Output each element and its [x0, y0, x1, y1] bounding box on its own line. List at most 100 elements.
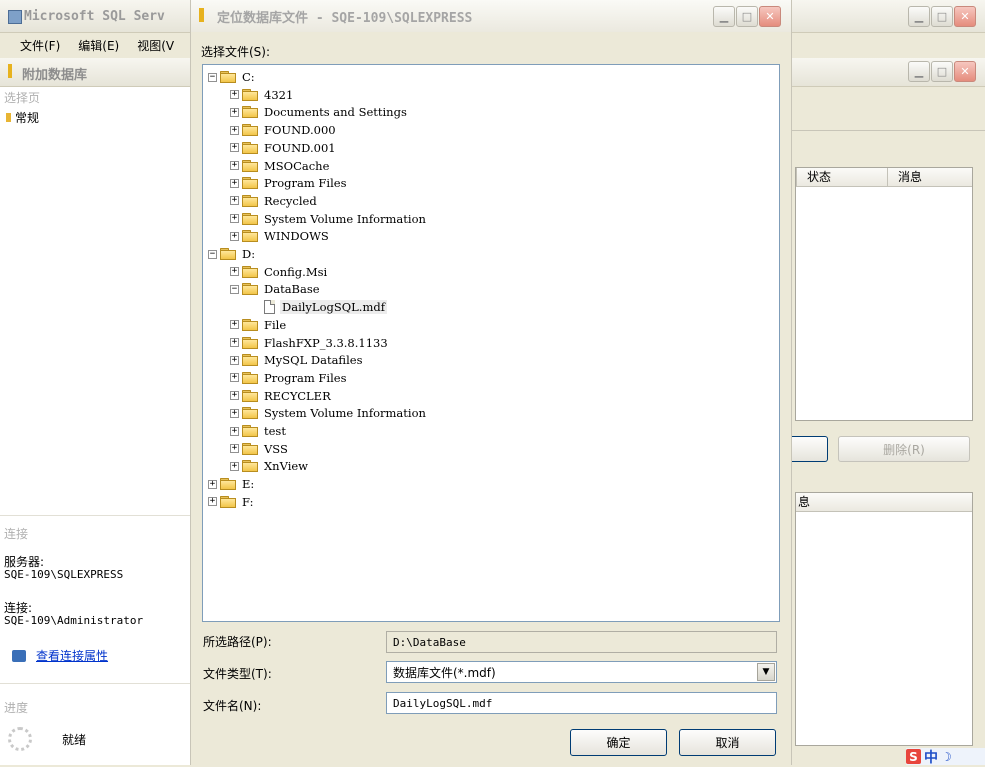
tree-node-label: WINDOWS — [264, 229, 329, 244]
view-props-row[interactable]: 查看连接属性 — [12, 647, 108, 664]
ime-mode[interactable]: 中 — [924, 747, 938, 767]
remove-button[interactable]: 删除(R) — [838, 436, 970, 462]
tree-folder-node[interactable]: − C: — [208, 68, 257, 86]
col-status[interactable]: 状态 — [796, 168, 887, 186]
tree-folder-node[interactable]: + FlashFXP_3.3.8.1133 — [230, 334, 390, 352]
ok-button[interactable]: 确定 — [570, 729, 667, 756]
menu-file[interactable]: 文件(F) — [20, 37, 60, 54]
tree-folder-node[interactable]: + Recycled — [230, 192, 319, 210]
collapse-icon[interactable]: − — [208, 72, 217, 82]
view-props-link[interactable]: 查看连接属性 — [36, 647, 108, 664]
tree-folder-node[interactable]: + RECYCLER — [230, 387, 333, 405]
expand-icon[interactable]: + — [230, 444, 239, 454]
details-col-message[interactable]: 息 — [796, 495, 810, 509]
expand-icon[interactable]: + — [230, 391, 239, 401]
add-button[interactable] — [790, 436, 828, 462]
tree-folder-node[interactable]: − DataBase — [230, 280, 322, 298]
expand-icon[interactable]: + — [230, 320, 239, 330]
expand-icon[interactable]: + — [230, 338, 239, 347]
expand-icon[interactable]: + — [230, 408, 239, 418]
folder-icon — [242, 177, 258, 190]
tree-folder-node[interactable]: +4321 — [230, 86, 295, 104]
expand-icon[interactable]: + — [230, 196, 239, 206]
tree-folder-node[interactable]: + Config.Msi — [230, 263, 329, 281]
expand-icon[interactable]: + — [230, 267, 239, 277]
tree-node-label: FOUND.000 — [264, 123, 336, 138]
menu-view[interactable]: 视图(V — [137, 37, 174, 54]
tree-node-label: FOUND.001 — [264, 140, 336, 155]
expand-icon[interactable]: + — [230, 161, 239, 170]
tree-folder-node[interactable]: + XnView — [230, 457, 310, 475]
expand-icon[interactable]: + — [208, 497, 217, 507]
tree-folder-node[interactable]: + E: — [208, 475, 256, 493]
folder-icon — [242, 265, 258, 278]
tree-node-label: 4321 — [264, 87, 294, 102]
attach-close-button[interactable]: ✕ — [954, 61, 976, 82]
expand-icon[interactable]: + — [230, 461, 239, 471]
tree-folder-node[interactable]: + Program Files — [230, 174, 348, 192]
tree-folder-node[interactable]: + test — [230, 422, 288, 440]
attach-minimize-button[interactable]: ▁ — [908, 61, 930, 82]
tree-node-label: MySQL Datafiles — [264, 353, 363, 368]
tree-folder-node[interactable]: + VSS — [230, 440, 290, 458]
expand-icon[interactable]: + — [230, 373, 239, 383]
folder-icon — [242, 371, 258, 384]
tree-folder-node[interactable]: + Documents and Settings — [230, 103, 409, 121]
collapse-icon[interactable]: − — [230, 284, 239, 294]
attach-maximize-button[interactable]: □ — [931, 61, 953, 82]
tree-folder-node[interactable]: + Program Files — [230, 369, 348, 387]
tree-folder-node[interactable]: + WINDOWS — [230, 227, 331, 245]
db-grid[interactable]: 状态 消息 — [795, 167, 973, 421]
tree-folder-node[interactable]: + F: — [208, 493, 255, 511]
dialog-minimize-button[interactable]: ▁ — [713, 6, 735, 27]
minimize-button[interactable]: ▁ — [908, 6, 930, 27]
col-message[interactable]: 消息 — [887, 168, 972, 186]
expand-icon[interactable]: + — [230, 90, 239, 100]
filetype-value: 数据库文件(*.mdf) — [393, 665, 496, 680]
tree-folder-node[interactable]: + MySQL Datafiles — [230, 351, 364, 369]
expand-icon[interactable]: + — [230, 426, 239, 436]
moon-icon[interactable]: ☽ — [941, 750, 952, 764]
ime-logo[interactable]: S — [906, 749, 921, 764]
cancel-button[interactable]: 取消 — [679, 729, 776, 756]
progress-heading: 进度 — [4, 701, 29, 715]
tree-file-node[interactable]: DailyLogSQL.mdf — [252, 298, 387, 316]
expand-icon[interactable]: + — [230, 107, 239, 117]
menu-edit[interactable]: 编辑(E) — [78, 37, 119, 54]
close-button[interactable]: ✕ — [954, 6, 976, 27]
tree-folder-node[interactable]: + File — [230, 316, 288, 334]
tree-folder-node[interactable]: + FOUND.001 — [230, 139, 338, 157]
filetype-select[interactable]: 数据库文件(*.mdf) ▼ — [386, 661, 777, 683]
dialog-maximize-button[interactable]: □ — [736, 6, 758, 27]
expand-icon[interactable]: + — [230, 214, 239, 224]
maximize-button[interactable]: □ — [931, 6, 953, 27]
expand-icon[interactable]: + — [230, 125, 239, 135]
progress-status: 就绪 — [62, 733, 87, 747]
tree-node-label: test — [264, 424, 286, 438]
expand-icon[interactable]: + — [230, 355, 239, 365]
filetype-label: 文件类型(T): — [203, 667, 272, 681]
tree-node-label: C: — [242, 70, 255, 84]
tree-node-label: FlashFXP_3.3.8.1133 — [264, 335, 388, 350]
dialog-close-button[interactable]: ✕ — [759, 6, 781, 27]
expand-icon[interactable]: + — [230, 143, 239, 153]
tree-folder-node[interactable]: + System Volume Information — [230, 210, 428, 228]
sidebar-item-general-label: 常规 — [15, 111, 40, 125]
file-tree[interactable]: − C: +4321 + Documents and Settings + FOUND.00… — [202, 64, 780, 622]
chevron-down-icon[interactable]: ▼ — [757, 663, 775, 681]
tree-node-label: MSOCache — [264, 158, 330, 173]
collapse-icon[interactable]: − — [208, 249, 217, 259]
tree-folder-node[interactable]: + System Volume Information — [230, 404, 428, 422]
expand-icon[interactable]: + — [230, 231, 239, 241]
expand-icon[interactable]: + — [208, 479, 217, 489]
tree-folder-node[interactable]: − D: — [208, 245, 257, 263]
folder-icon — [242, 442, 258, 455]
details-grid[interactable]: 息 — [795, 492, 973, 746]
folder-icon — [242, 159, 258, 172]
expand-icon[interactable]: + — [230, 178, 239, 188]
filename-input[interactable]: DailyLogSQL.mdf — [386, 692, 777, 714]
tree-folder-node[interactable]: + MSOCache — [230, 157, 331, 175]
path-field: D:\DataBase — [386, 631, 777, 653]
sidebar-item-general[interactable]: 常规 — [6, 109, 39, 126]
tree-folder-node[interactable]: + FOUND.000 — [230, 121, 338, 139]
